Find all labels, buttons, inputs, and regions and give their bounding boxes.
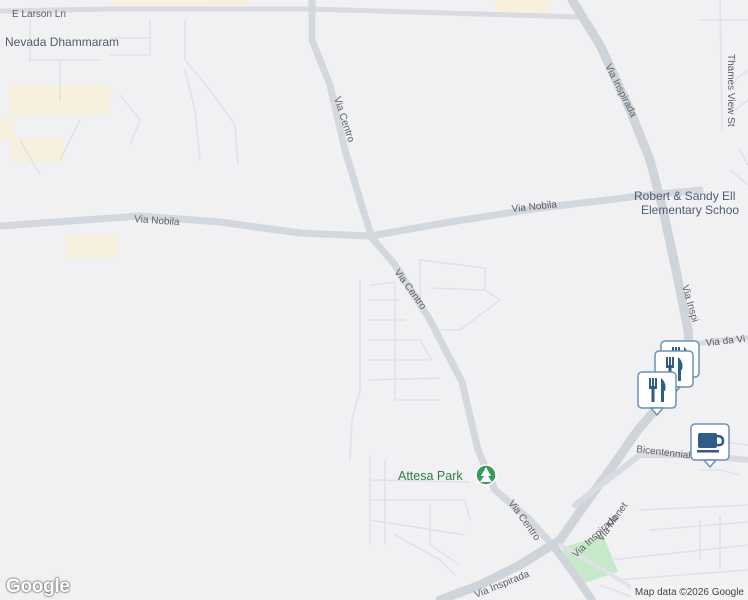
map-canvas[interactable]: E Larson Ln Via Centro Via Inspirada Tha… (0, 0, 748, 600)
label-thames-view-st: Thames View St (725, 54, 736, 127)
label-via-nobila-west: Via Nobila (134, 214, 180, 228)
map-attribution[interactable]: Map data ©2026 Google (630, 586, 748, 600)
label-robert-sandy-line2: Elementary Schoo (641, 203, 739, 217)
label-via-centro-mid: Via Centro (392, 267, 429, 312)
label-via-nobila-east: Via Nobila (511, 199, 558, 215)
map-layer: E Larson Ln Via Centro Via Inspirada Tha… (0, 0, 748, 600)
label-robert-sandy-line1: Robert & Sandy Ell (634, 189, 735, 203)
minor-streets (19, 0, 748, 600)
label-via-da-vi: Via da Vi (705, 334, 746, 349)
label-via-inspirada-north: Via Inspirada (602, 62, 638, 119)
label-e-larson-ln: E Larson Ln (12, 9, 66, 20)
label-nevada-dhammaram: Nevada Dhammaram (5, 35, 119, 49)
google-logo: Google (6, 576, 70, 597)
restaurant-marker-3[interactable] (637, 371, 677, 417)
label-attesa-park: Attesa Park (398, 469, 463, 483)
label-via-centro-south: Via Centro (506, 498, 543, 543)
label-via-monet: Via Monet (595, 500, 630, 543)
park-marker[interactable] (475, 464, 497, 486)
cafe-marker[interactable] (690, 423, 730, 469)
